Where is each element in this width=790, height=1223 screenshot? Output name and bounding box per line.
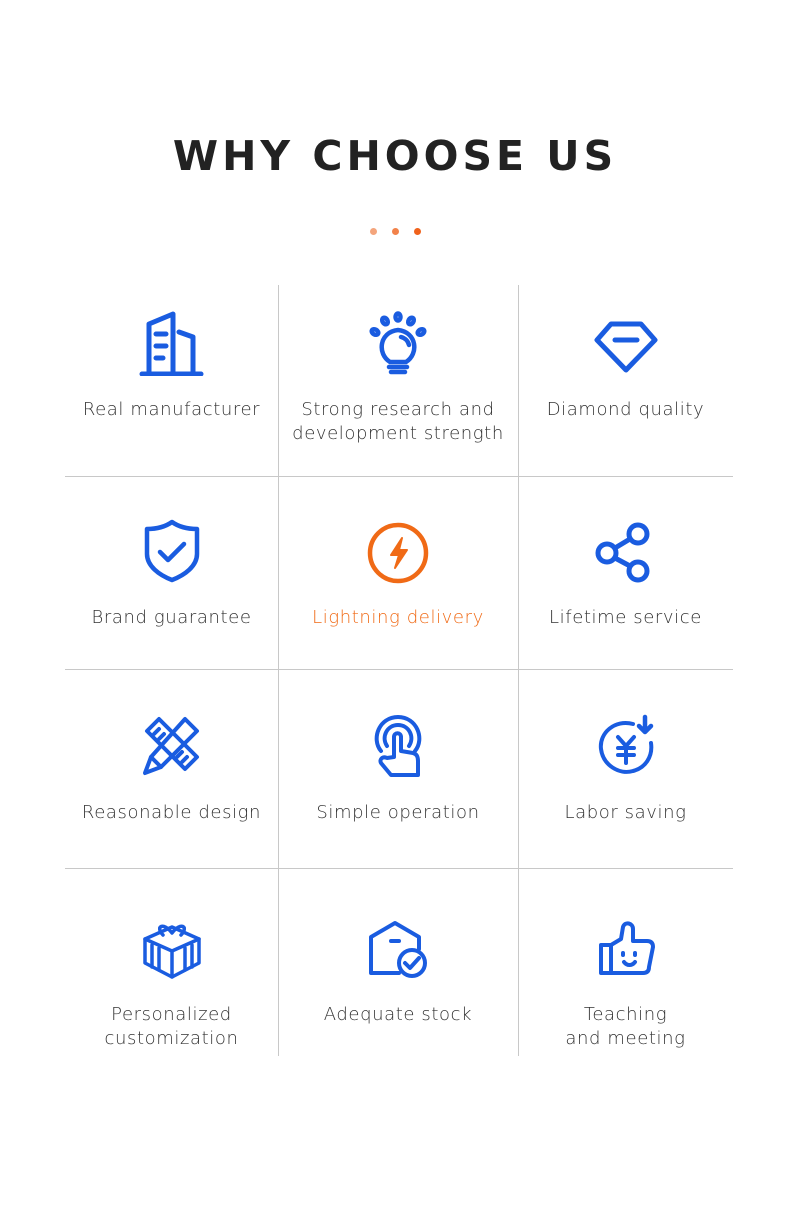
lightning-icon: [367, 522, 429, 584]
grid-divider-horizontal-1: [65, 476, 733, 477]
feature-label: Brand guarantee: [91, 607, 252, 628]
feature-label: Lifetime service: [549, 607, 702, 628]
building-icon: [139, 311, 203, 376]
feature-label: Simple operation: [316, 802, 480, 823]
feature-adequate-stock: Adequate stock: [278, 915, 518, 1027]
touch-icon: [374, 715, 422, 777]
decorative-dots: [0, 228, 790, 235]
feature-simple-operation: Simple operation: [278, 713, 518, 825]
dot-3: [413, 228, 421, 235]
feature-reasonable-design: Reasonable design: [65, 713, 278, 825]
lightbulb-icon: [369, 311, 427, 375]
feature-label: Lightning delivery: [312, 607, 484, 628]
ruler-pencil-icon: [142, 717, 199, 775]
feature-diamond-quality: Diamond quality: [518, 310, 733, 422]
diamond-icon: [594, 321, 657, 373]
feature-labor-saving: Labor saving: [518, 713, 733, 825]
dot-2: [391, 228, 399, 235]
dot-1: [369, 228, 377, 235]
feature-label: Reasonable design: [81, 802, 262, 823]
feature-brand-guarantee: Brand guarantee: [65, 518, 278, 630]
feature-lightning-delivery: Lightning delivery: [278, 518, 518, 630]
share-icon: [595, 522, 649, 583]
feature-label: Diamond quality: [546, 399, 705, 420]
feature-label: Labor saving: [564, 802, 687, 823]
yen-save-icon: [598, 714, 653, 774]
feature-real-manufacturer: Real manufacturer: [65, 310, 278, 422]
feature-personalized-customization: Personalized customization: [65, 915, 278, 1051]
grid-divider-horizontal-3: [65, 868, 733, 869]
gift-icon: [142, 924, 201, 979]
feature-label: Teaching and meeting: [565, 1004, 686, 1049]
thumbs-up-icon: [598, 921, 655, 975]
grid-divider-horizontal-2: [65, 669, 733, 670]
feature-label: Real manufacturer: [82, 399, 261, 420]
feature-lifetime-service: Lifetime service: [518, 518, 733, 630]
feature-label: Adequate stock: [323, 1004, 473, 1025]
warehouse-check-icon: [369, 921, 427, 978]
page-title: WHY CHOOSE US: [172, 132, 618, 180]
feature-teaching-and-meeting: Teaching and meeting: [518, 915, 733, 1051]
feature-label: Strong research and development strength: [292, 399, 504, 444]
feature-research: Strong research and development strength: [278, 310, 518, 446]
feature-label: Personalized customization: [104, 1004, 239, 1049]
shield-check-icon: [144, 519, 199, 583]
